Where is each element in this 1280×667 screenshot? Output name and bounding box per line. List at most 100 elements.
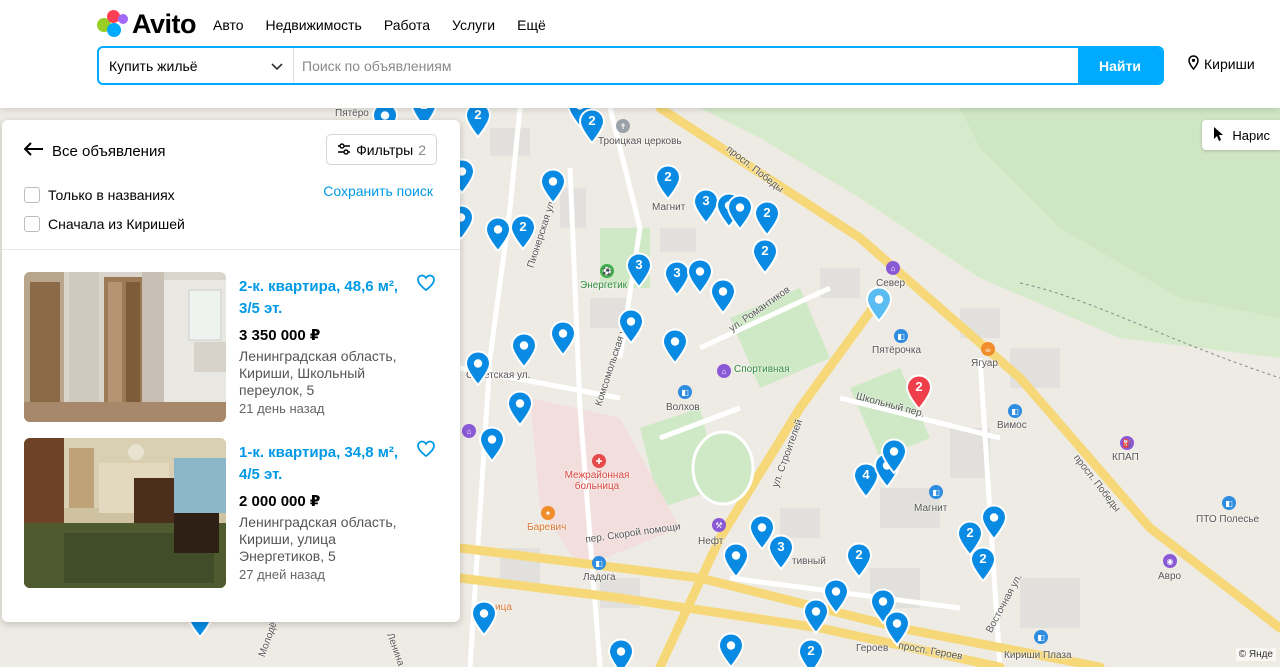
car-icon: ◉ <box>1163 554 1177 568</box>
listing-title[interactable]: 1-к. квартира, 34,8 м², 4/5 эт. <box>239 442 409 486</box>
hotel-icon: ⌂ <box>717 364 731 378</box>
map-pin[interactable] <box>880 438 908 474</box>
logo-text: Avito <box>132 8 197 39</box>
map-copyright: © Янде <box>1235 648 1276 661</box>
back-label: Все объявления <box>52 142 166 160</box>
filters-icon <box>337 142 351 158</box>
map-pin[interactable] <box>709 278 737 314</box>
map-pin[interactable]: 2 <box>464 108 492 138</box>
map-label-vimos: Вимос <box>997 420 1027 431</box>
filters-button[interactable]: Фильтры 2 <box>326 134 437 165</box>
draw-area-label: Нарис <box>1232 127 1270 143</box>
nav-services[interactable]: Услуги <box>452 17 495 33</box>
map-pin[interactable]: 2 <box>751 238 779 274</box>
map-pin[interactable] <box>484 216 512 252</box>
map-pin[interactable]: 2 <box>578 108 606 144</box>
map-pin-count: 2 <box>761 243 769 258</box>
map-label-neft: Нефт <box>698 536 724 547</box>
kirishi-first-checkbox-row[interactable]: Сначала из Киришей <box>24 216 185 232</box>
map-pin[interactable]: 2 <box>797 638 825 667</box>
kirishi-first-checkbox[interactable] <box>24 216 40 232</box>
favorite-heart-icon[interactable] <box>416 440 438 462</box>
map-label-pto: ПТО Полесье <box>1196 514 1260 525</box>
shop-icon: ◧ <box>929 485 943 499</box>
shop-icon: ◧ <box>678 385 692 399</box>
panel-top: Все объявления Фильтры 2 Только в назван… <box>2 120 460 250</box>
listings-panel: Все объявления Фильтры 2 Только в назван… <box>2 120 460 622</box>
search-bar: Купить жильё Найти <box>97 46 1164 85</box>
listing-info: 2-к. квартира, 48,6 м², 3/5 эт. 3 350 00… <box>239 276 409 416</box>
favorite-heart-icon[interactable] <box>416 274 438 296</box>
service-icon: ◧ <box>1222 496 1236 510</box>
map-pin[interactable] <box>510 332 538 368</box>
map-pin-count: 2 <box>474 108 482 122</box>
map-pin[interactable]: 3 <box>625 252 653 288</box>
map-pin[interactable]: 2 <box>969 546 997 582</box>
map-pin[interactable] <box>661 328 689 364</box>
map-pin[interactable] <box>883 610 911 646</box>
map-pin[interactable]: 2 <box>845 542 873 578</box>
only-titles-label: Только в названиях <box>48 187 175 203</box>
nav-more[interactable]: Ещё <box>517 17 546 33</box>
map-pin-count: 2 <box>763 205 771 220</box>
listing-title[interactable]: 2-к. квартира, 48,6 м², 3/5 эт. <box>239 276 409 320</box>
nav-work[interactable]: Работа <box>384 17 430 33</box>
map-pin[interactable] <box>617 308 645 344</box>
map-pin[interactable] <box>607 638 635 667</box>
listing-price: 3 350 000 ₽ <box>239 327 321 344</box>
map-label-tivny: тивный <box>792 556 826 567</box>
map-pin[interactable] <box>549 320 577 356</box>
map-pin[interactable] <box>726 194 754 230</box>
map-pin[interactable] <box>464 350 492 386</box>
map-pin[interactable] <box>748 514 776 550</box>
listing-photo[interactable] <box>24 438 226 588</box>
map-pin[interactable] <box>980 504 1008 540</box>
map-label-sportivnaya: Спортивная <box>734 364 790 375</box>
map-pin[interactable] <box>506 390 534 426</box>
map-label-kirishi-plaza: Кириши Плаза <box>1004 650 1072 661</box>
map-pin[interactable]: 2 <box>654 164 682 200</box>
map-label-pyaterochka: Пятёрочка <box>872 345 922 356</box>
map-pin-count: 3 <box>635 257 643 272</box>
map-pin[interactable]: 2 <box>509 214 537 250</box>
listing-price: 2 000 000 ₽ <box>239 493 321 510</box>
listing-item[interactable]: 1-к. квартира, 34,8 м², 4/5 эт. 2 000 00… <box>24 438 438 590</box>
map-pin[interactable]: 2 <box>753 200 781 236</box>
map-pin[interactable] <box>470 600 498 636</box>
nav-realty[interactable]: Недвижимость <box>266 17 362 33</box>
back-to-all-button[interactable]: Все объявления <box>23 142 166 160</box>
draw-area-button[interactable]: Нарис <box>1202 120 1280 150</box>
only-titles-checkbox-row[interactable]: Только в названиях <box>24 187 175 203</box>
avito-logo[interactable]: Avito <box>97 8 197 40</box>
stadium-icon: ⚽ <box>600 264 614 278</box>
find-button[interactable]: Найти <box>1078 48 1162 83</box>
filters-label: Фильтры <box>356 141 414 158</box>
listing-photo[interactable] <box>24 272 226 422</box>
listing-address: Ленинградская область, Кириши, Школьный … <box>239 348 397 398</box>
map-pin[interactable] <box>717 632 745 667</box>
restaurant-icon: ✦ <box>541 506 555 520</box>
map-pin-count: 2 <box>664 169 672 184</box>
map-pin-count: 2 <box>979 551 987 566</box>
map-pin[interactable] <box>478 426 506 462</box>
map-pin[interactable] <box>722 542 750 578</box>
location-pin-icon <box>1188 55 1199 73</box>
location-selector[interactable]: Кириши <box>1188 55 1255 73</box>
map-label-kpap: КПАП <box>1112 452 1139 463</box>
map-pin-count: 2 <box>588 113 596 128</box>
location-label: Кириши <box>1204 56 1255 72</box>
category-select[interactable]: Купить жильё <box>99 48 294 83</box>
map-pin-selected[interactable]: 2 <box>905 374 933 410</box>
map-label-energetik: Энергетик <box>580 280 628 291</box>
map-pin[interactable] <box>802 598 830 634</box>
only-titles-checkbox[interactable] <box>24 187 40 203</box>
map-pin-my-location[interactable] <box>865 286 893 322</box>
listing-item[interactable]: 2-к. квартира, 48,6 м², 3/5 эт. 3 350 00… <box>24 272 438 424</box>
map-label-volkhov: Волхов <box>666 402 700 413</box>
search-input[interactable] <box>294 48 1078 83</box>
map-label-barevich: Баревич <box>527 522 567 533</box>
map-pin[interactable] <box>539 168 567 204</box>
filters-count: 2 <box>418 141 426 158</box>
save-search-link[interactable]: Сохранить поиск <box>323 183 433 199</box>
nav-auto[interactable]: Авто <box>213 17 244 33</box>
